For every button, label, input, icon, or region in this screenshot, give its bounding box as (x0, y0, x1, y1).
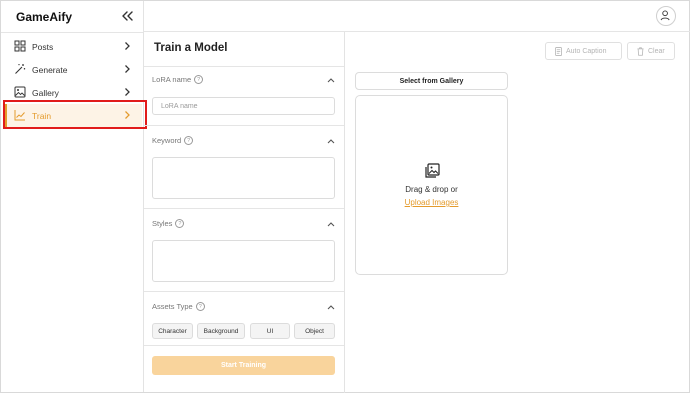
user-avatar-button[interactable] (656, 6, 676, 26)
lora-name-input[interactable] (152, 97, 335, 115)
sidebar-item-label: Posts (32, 41, 54, 52)
sidebar-item-label: Generate (32, 64, 68, 75)
document-icon (555, 46, 562, 56)
auto-caption-label: Auto Caption (566, 47, 607, 55)
help-icon[interactable]: ? (195, 302, 205, 311)
train-form-panel: Train a Model LoRA name ? Keyword ? Styl… (144, 32, 345, 393)
asset-type-object[interactable]: Object (294, 323, 335, 339)
chevron-up-icon[interactable] (327, 77, 335, 83)
sidebar-item-generate[interactable]: Generate (5, 58, 142, 81)
help-icon[interactable]: ? (184, 136, 194, 145)
chevron-right-icon (125, 88, 130, 96)
upload-images-link[interactable]: Upload Images (356, 198, 507, 207)
lora-name-label-text: LoRA name (152, 75, 192, 84)
chevron-right-icon (125, 42, 130, 50)
asset-type-ui[interactable]: UI (250, 323, 290, 339)
magic-wand-icon (15, 64, 26, 74)
keyword-label-text: Keyword (152, 136, 182, 145)
help-icon[interactable]: ? (175, 219, 185, 228)
assets-type-label: Assets Type ? (152, 302, 205, 311)
section-divider (144, 291, 344, 292)
section-divider (144, 125, 344, 126)
clear-button[interactable]: Clear (627, 42, 675, 60)
user-icon (660, 10, 670, 21)
chevron-up-icon[interactable] (327, 221, 335, 227)
sidebar-item-label: Gallery (32, 87, 59, 98)
lora-name-label: LoRA name ? (152, 75, 204, 84)
keyword-label: Keyword ? (152, 136, 194, 145)
auto-caption-button[interactable]: Auto Caption (545, 42, 622, 60)
section-divider (144, 208, 344, 209)
drag-drop-text: Drag & drop or (405, 185, 458, 194)
grid-icon (14, 40, 26, 52)
trash-icon (637, 46, 644, 56)
page-title: Train a Model (154, 42, 228, 54)
asset-type-background[interactable]: Background (197, 323, 245, 339)
styles-label-text: Styles (152, 219, 173, 228)
chevron-right-icon (125, 65, 130, 73)
collapse-sidebar-icon[interactable] (119, 7, 137, 25)
chevron-up-icon[interactable] (327, 138, 335, 144)
styles-label: Styles ? (152, 219, 185, 228)
assets-type-label-text: Assets Type (152, 302, 193, 311)
section-divider (144, 66, 344, 67)
styles-textarea[interactable] (152, 240, 335, 282)
help-icon[interactable]: ? (194, 75, 204, 84)
selection-highlight-box (3, 100, 147, 129)
asset-type-character[interactable]: Character (152, 323, 193, 339)
sidebar-item-posts[interactable]: Posts (5, 35, 142, 58)
section-divider (144, 345, 344, 346)
clear-label: Clear (648, 47, 665, 55)
app-logo-text: GameAify (16, 10, 73, 24)
select-from-gallery-button[interactable]: Select from Gallery (355, 72, 508, 90)
chevron-up-icon[interactable] (327, 304, 335, 310)
start-training-button[interactable]: Start Training (152, 356, 335, 375)
keyword-textarea[interactable] (152, 157, 335, 199)
images-icon (425, 163, 440, 178)
image-dropzone[interactable]: Drag & drop or Upload Images (355, 95, 508, 275)
image-icon (14, 86, 26, 98)
sidebar-divider (1, 32, 143, 33)
